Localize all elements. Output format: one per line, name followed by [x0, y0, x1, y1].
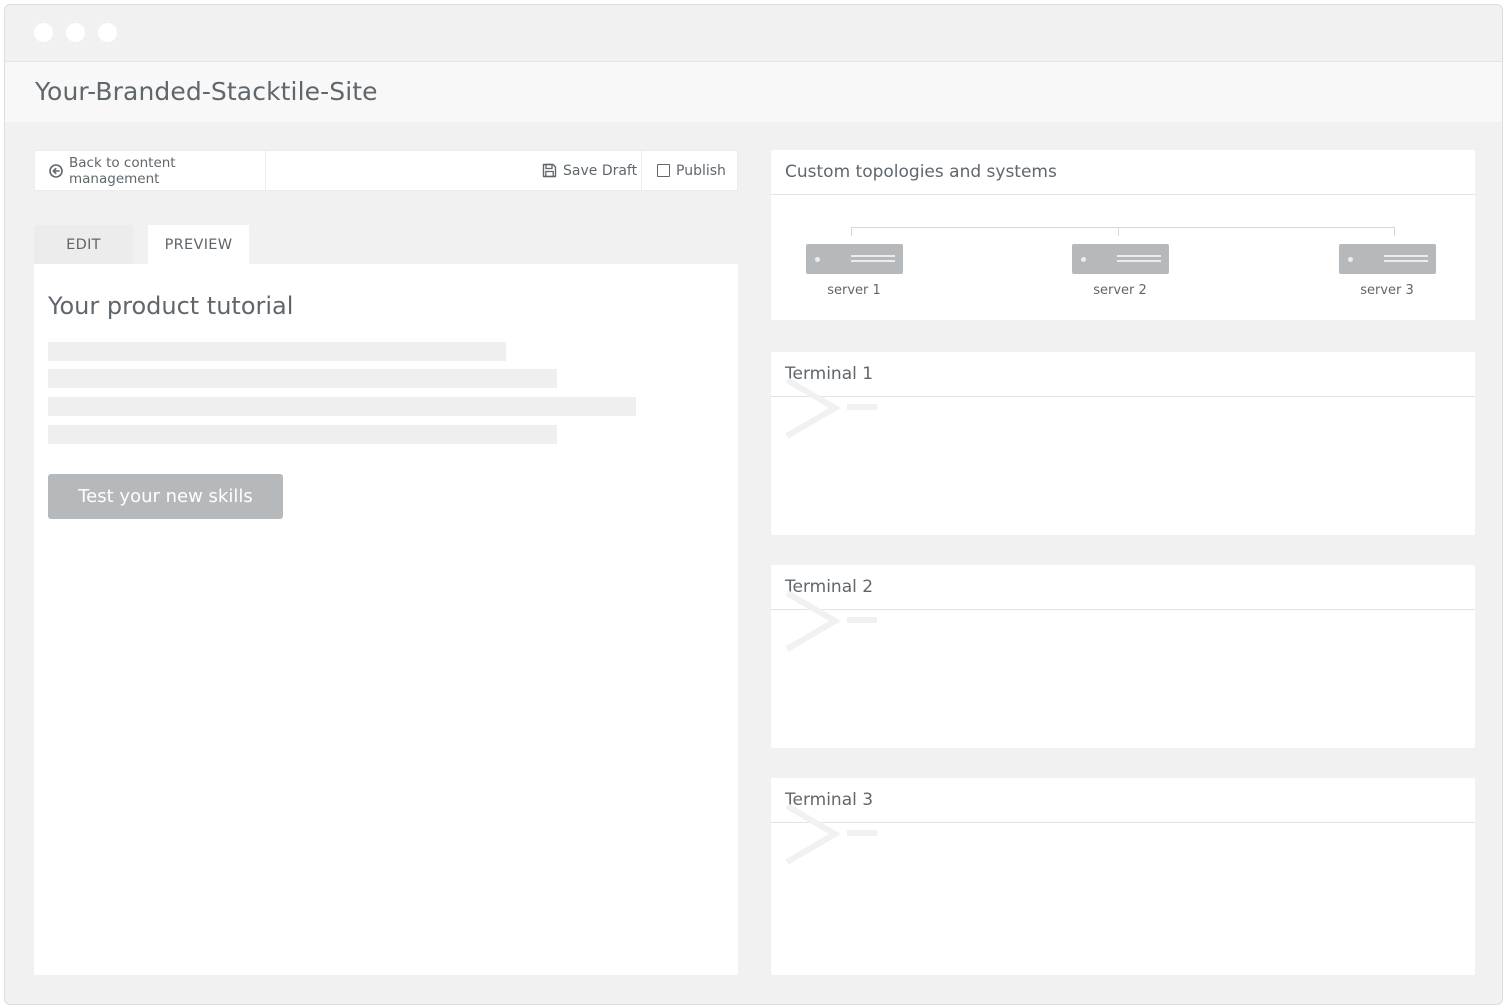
- save-draft-button[interactable]: Save Draft: [531, 151, 642, 190]
- site-title: Your-Branded-Stacktile-Site: [35, 77, 378, 106]
- tab-preview[interactable]: PREVIEW: [148, 225, 249, 264]
- terminal-prompt-icon: [785, 590, 877, 652]
- window-dot-close[interactable]: [34, 23, 53, 42]
- browser-window: Your-Branded-Stacktile-Site Back to cont…: [4, 4, 1503, 1005]
- publish-label: Publish: [676, 162, 726, 179]
- topology-panel-title: Custom topologies and systems: [771, 150, 1475, 195]
- tutorial-title: Your product tutorial: [48, 292, 294, 320]
- checkbox-icon[interactable]: [657, 164, 670, 177]
- terminal-panel[interactable]: Terminal 1: [771, 352, 1475, 535]
- window-dot-maximize[interactable]: [98, 23, 117, 42]
- server-label: server 3: [1360, 283, 1414, 298]
- placeholder-text-line: [48, 425, 557, 444]
- server-icon[interactable]: [806, 244, 903, 274]
- test-skills-button[interactable]: Test your new skills: [48, 474, 283, 519]
- tab-edit[interactable]: EDIT: [34, 225, 133, 264]
- server-icon[interactable]: [1072, 244, 1169, 274]
- topology-panel: Custom topologies and systems server 1 s…: [771, 150, 1475, 320]
- terminal-panel[interactable]: Terminal 3: [771, 778, 1475, 975]
- back-to-content-button[interactable]: Back to content management: [35, 151, 266, 190]
- topology-connector: [851, 227, 1395, 228]
- terminal-prompt-icon: [785, 377, 877, 439]
- save-draft-label: Save Draft: [563, 162, 638, 179]
- terminal-prompt-icon: [785, 803, 877, 865]
- editor-toolbar: Back to content management Save Draft Pu…: [34, 150, 738, 191]
- topology-connector: [1118, 227, 1119, 236]
- publish-button[interactable]: Publish: [643, 151, 737, 190]
- placeholder-text-line: [48, 342, 506, 361]
- back-to-content-label: Back to content management: [69, 154, 176, 187]
- server-icon[interactable]: [1339, 244, 1436, 274]
- server-label: server 2: [1093, 283, 1147, 298]
- site-header: Your-Branded-Stacktile-Site: [5, 61, 1502, 122]
- window-titlebar: [5, 5, 1502, 61]
- placeholder-text-line: [48, 369, 557, 388]
- window-dot-minimize[interactable]: [66, 23, 85, 42]
- server-label: server 1: [827, 283, 881, 298]
- placeholder-text-line: [48, 397, 636, 416]
- arrow-circle-left-icon: [49, 163, 63, 178]
- floppy-disk-icon: [542, 163, 557, 178]
- terminal-panel[interactable]: Terminal 2: [771, 565, 1475, 748]
- preview-panel: Your product tutorial Test your new skil…: [34, 264, 738, 975]
- topology-connector: [1394, 227, 1395, 236]
- topology-connector: [851, 227, 852, 236]
